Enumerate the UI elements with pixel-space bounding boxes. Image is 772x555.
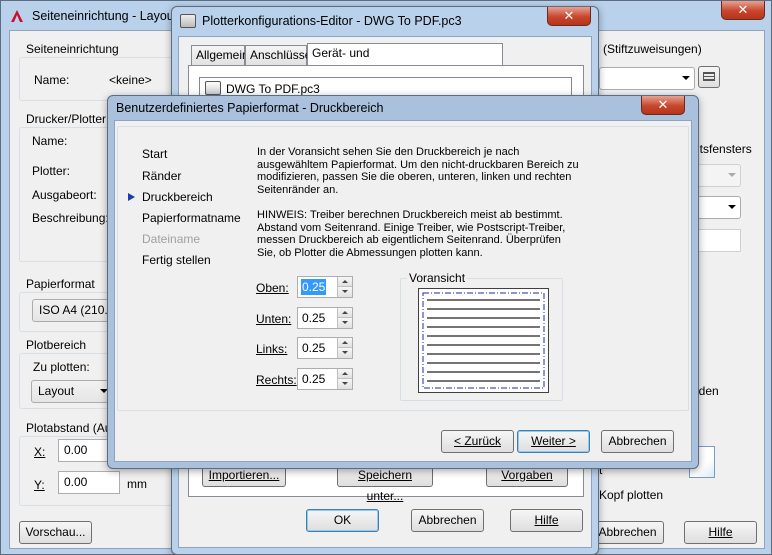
- spin-down-icon[interactable]: [338, 348, 352, 358]
- oben-spinner[interactable]: 0.25: [297, 276, 353, 298]
- unten-value: 0.25: [302, 311, 326, 325]
- preview-paper: [418, 288, 549, 393]
- kopf-plotten-text: Kopf plotten: [599, 488, 664, 502]
- wizard-abbrechen-button[interactable]: Abbrechen: [601, 430, 674, 453]
- plotter-icon: [180, 14, 196, 28]
- plotter-hilfe-button[interactable]: Hilfe: [510, 509, 583, 532]
- page-setup-close-button[interactable]: ✕: [721, 1, 765, 20]
- step-papierformatname[interactable]: Papierformatname: [142, 211, 241, 225]
- plotbereich-header: Plotbereich: [26, 338, 87, 352]
- printer-icon: [205, 81, 221, 95]
- close-icon: ✕: [657, 97, 669, 112]
- ansicht-combo[interactable]: [693, 196, 741, 219]
- wizard-description: In der Voransicht sehen Sie den Druckber…: [257, 146, 579, 196]
- step-fertig-stellen[interactable]: Fertig stellen: [142, 253, 211, 267]
- spin-down-icon[interactable]: [338, 379, 352, 389]
- tab-allgemein[interactable]: Allgemein: [191, 45, 249, 65]
- zu-plotten-label: Zu plotten:: [33, 360, 90, 374]
- ansicht-combo-disabled[interactable]: [693, 164, 741, 187]
- step-start[interactable]: Start: [142, 147, 167, 161]
- close-icon: ✕: [737, 2, 749, 17]
- wizard-titlebar: Benutzerdefiniertes Papierformat - Druck…: [108, 96, 698, 120]
- chevron-down-icon: [728, 173, 736, 177]
- wizard-close-button[interactable]: ✕: [641, 96, 685, 115]
- beschreibung-label: Beschreibung:: [32, 211, 109, 225]
- stiftzuweisungen-header: (Stiftzuweisungen): [603, 42, 702, 56]
- stiftzuweisungen-combo[interactable]: [599, 67, 695, 90]
- papierformat-wizard-window: Benutzerdefiniertes Papierformat - Druck…: [107, 95, 699, 469]
- page-setup-hilfe-button[interactable]: Hilfe: [684, 521, 757, 544]
- spin-up-icon[interactable]: [338, 338, 352, 348]
- mm-label: mm: [127, 477, 147, 491]
- name-value: <keine>: [109, 73, 152, 87]
- tab-geraet-dokumenteinstellungen[interactable]: Gerät- und Dokumenteinstellungen: [307, 43, 503, 78]
- unten-spinner[interactable]: 0.25: [297, 307, 353, 329]
- step-druckbereich[interactable]: Druckbereich: [142, 190, 213, 204]
- stift-edit-button[interactable]: [698, 66, 720, 88]
- x-label: X:: [34, 445, 46, 459]
- ansicht-input[interactable]: [693, 229, 741, 252]
- drucker-name-label: Name:: [32, 134, 68, 148]
- papierformat-header: Papierformat: [26, 277, 95, 291]
- y-label: Y:: [34, 478, 45, 492]
- links-spinner[interactable]: 0.25: [297, 337, 353, 359]
- spin-up-icon[interactable]: [338, 277, 352, 287]
- ansichtsfensters-header: ntsfensters: [693, 142, 752, 156]
- page-setup-abbrechen-button[interactable]: Abbrechen: [591, 521, 664, 544]
- rechts-label: Rechts:: [256, 373, 297, 387]
- step-raender[interactable]: Ränder: [142, 169, 181, 183]
- drucker-header: Drucker/Plotter: [26, 112, 107, 126]
- tab-anschluesse[interactable]: Anschlüsse: [245, 45, 311, 65]
- rechts-value: 0.25: [302, 372, 326, 386]
- plotter-abbrechen-button[interactable]: Abbrechen: [411, 509, 484, 532]
- links-label: Links:: [256, 342, 288, 356]
- spin-down-icon[interactable]: [338, 318, 352, 328]
- rechts-spinner[interactable]: 0.25: [297, 368, 353, 390]
- ausgabeort-label: Ausgabeort:: [32, 188, 97, 202]
- spin-up-icon[interactable]: [338, 369, 352, 379]
- chevron-down-icon: [682, 76, 690, 80]
- plotter-ok-button[interactable]: OK: [306, 509, 379, 532]
- spin-down-icon[interactable]: [338, 287, 352, 297]
- vorschau-button[interactable]: Vorschau...: [19, 521, 92, 544]
- zurueck-button[interactable]: < Zurück: [441, 430, 514, 453]
- wizard-hint: HINWEIS: Treiber berechnen Druckbereich …: [257, 209, 566, 259]
- plotter-editor-titlebar: Plotterkonfigurations-Editor - DWG To PD…: [172, 7, 598, 35]
- y-offset-input[interactable]: 0.00: [58, 471, 120, 494]
- autocad-logo-icon: [9, 8, 25, 24]
- plotter-editor-close-button[interactable]: ✕: [547, 7, 591, 26]
- oben-value: 0.25: [301, 279, 327, 295]
- step-dateiname: Dateiname: [142, 232, 201, 246]
- page-preview: [418, 288, 549, 393]
- plotter-label: Plotter:: [32, 164, 71, 178]
- plotter-editor-title: Plotterkonfigurations-Editor - DWG To PD…: [202, 14, 462, 28]
- oben-label: Oben:: [256, 281, 289, 295]
- voransicht-label: Voransicht: [407, 271, 468, 285]
- device-name: DWG To PDF.pc3: [226, 82, 320, 96]
- spin-up-icon[interactable]: [338, 308, 352, 318]
- seiteneinrichtung-header: Seiteneinrichtung: [26, 42, 119, 56]
- page-setup-title: Seiteneinrichtung - Layout1: [32, 9, 185, 23]
- zu-plotten-combo[interactable]: Layout: [31, 380, 113, 403]
- links-value: 0.25: [302, 341, 326, 355]
- table-edit-icon: [703, 72, 715, 81]
- weiter-button[interactable]: Weiter >: [517, 430, 590, 453]
- name-label: Name:: [34, 73, 70, 87]
- current-step-arrow-icon: [128, 193, 135, 201]
- close-icon: ✕: [563, 8, 575, 23]
- chevron-down-icon: [728, 205, 736, 209]
- unten-label: Unten:: [256, 312, 292, 326]
- wizard-title: Benutzerdefiniertes Papierformat - Druck…: [116, 101, 384, 115]
